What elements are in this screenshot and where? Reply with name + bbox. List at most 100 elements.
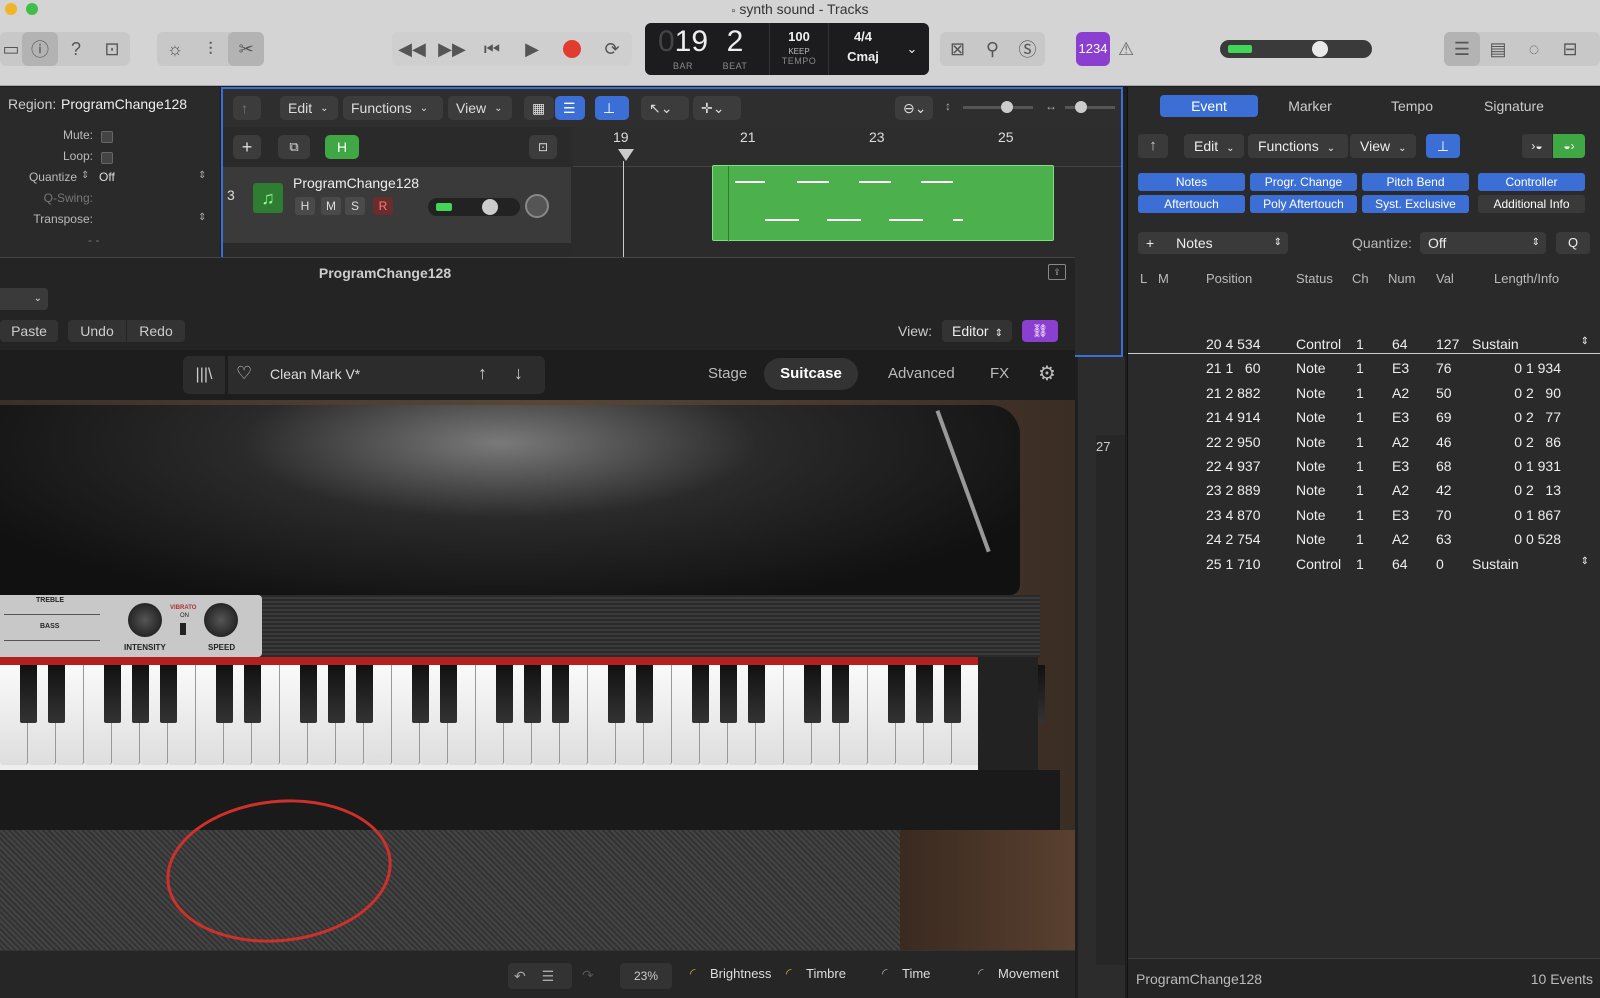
event-row[interactable]: 22 2 950 Note 1 A2 46 0 2 86 [1128, 430, 1600, 454]
black-key[interactable] [496, 665, 513, 723]
event-edit-menu[interactable]: Edit ⌄ [1184, 134, 1244, 158]
time-knob-icon[interactable]: ◜ [882, 965, 887, 982]
horizontal-zoom-knob[interactable] [1075, 101, 1087, 113]
redo-button[interactable]: Redo [127, 320, 185, 342]
brightness-knob-icon[interactable]: ◜ [690, 965, 695, 982]
region-header[interactable]: Region: ProgramChange128 [0, 96, 220, 118]
quantize-row[interactable]: Quantize ⇕ Off ⇕ [0, 170, 220, 190]
tab-marker[interactable]: Marker [1260, 95, 1360, 117]
filter-controller[interactable]: Controller [1478, 173, 1585, 191]
mixer-icon[interactable]: ⫶ [193, 32, 229, 66]
column-position[interactable]: Position [1206, 271, 1252, 286]
black-key[interactable] [216, 665, 233, 723]
black-key[interactable] [104, 665, 121, 723]
go-to-beginning-icon[interactable]: ⏮ [472, 32, 512, 66]
black-key[interactable] [160, 665, 177, 723]
black-key[interactable] [720, 665, 737, 723]
grid-view-icon[interactable]: ▦ [524, 96, 554, 120]
column-channel[interactable]: Ch [1352, 271, 1369, 286]
rewind-icon[interactable]: ◀◀ [392, 32, 432, 66]
global-hide-button[interactable]: H [325, 135, 359, 159]
track-pan-knob[interactable] [525, 194, 549, 218]
event-view-menu[interactable]: View ⌄ [1350, 134, 1416, 158]
event-row[interactable]: 21 1 60 Note 1 E3 76 0 1 934 [1128, 356, 1600, 380]
loop-browser-icon[interactable]: ◌ [1516, 32, 1552, 66]
tab-advanced[interactable]: Advanced [888, 365, 955, 382]
library-icon[interactable]: ▭ [0, 32, 22, 66]
pencil-tool-icon[interactable]: ✛⌄ [693, 96, 741, 120]
treble-slider[interactable] [4, 605, 100, 615]
midi-region[interactable] [712, 165, 1054, 242]
catch-playhead-icon[interactable]: ⊥ [1426, 134, 1460, 158]
event-row[interactable]: 25 1 710 Control 1 64 0 Sustain ⇕ [1128, 552, 1600, 576]
timbre-knob-icon[interactable]: ◜ [786, 965, 791, 982]
vibrato-switch[interactable] [180, 623, 186, 635]
black-key[interactable] [356, 665, 373, 723]
toolbar-icon[interactable]: ⊡ [94, 32, 130, 66]
black-key[interactable] [692, 665, 709, 723]
column-status[interactable]: Status [1296, 271, 1333, 286]
black-key[interactable] [748, 665, 765, 723]
duplicate-track-icon[interactable]: ⧉ [278, 135, 310, 159]
black-key[interactable] [608, 665, 625, 723]
zoom-level[interactable]: 23% [620, 963, 672, 989]
favorite-heart-icon[interactable]: ♡ [236, 363, 252, 384]
preset-dropdown[interactable]: ⌄ [0, 288, 48, 310]
black-key[interactable] [244, 665, 261, 723]
tab-fx[interactable]: FX [990, 365, 1009, 382]
track-volume-slider[interactable] [428, 198, 520, 216]
metronome-icon[interactable]: ⚠ [1118, 32, 1142, 66]
track-volume-knob[interactable] [482, 199, 498, 215]
go-up-icon[interactable]: ↑ [1138, 134, 1168, 158]
view-mode-dropdown[interactable]: Editor ⇕ [942, 320, 1012, 342]
black-key[interactable] [524, 665, 541, 723]
event-row[interactable]: 23 2 889 Note 1 A2 42 0 2 13 [1128, 478, 1600, 502]
solo-icon[interactable]: Ⓢ [1010, 32, 1045, 66]
catch-icon[interactable]: ⊡ [529, 135, 557, 159]
black-key[interactable] [48, 665, 65, 723]
transpose-stepper-icon[interactable]: ⇕ [198, 212, 206, 223]
midi-out-icon[interactable]: ◒› [1553, 134, 1585, 158]
fast-forward-icon[interactable]: ▶▶ [432, 32, 472, 66]
master-volume-knob[interactable] [1312, 41, 1328, 57]
paste-button[interactable]: Paste [0, 320, 58, 342]
black-key[interactable] [328, 665, 345, 723]
black-key[interactable] [636, 665, 653, 723]
loop-checkbox[interactable] [101, 152, 113, 164]
list-view-icon[interactable]: ☰ [555, 96, 585, 120]
black-key[interactable] [552, 665, 569, 723]
tracks-view-menu[interactable]: View ⌄ [448, 96, 512, 120]
black-key[interactable] [888, 665, 905, 723]
event-row[interactable]: 21 4 914 Note 1 E3 69 0 2 77 [1128, 405, 1600, 429]
filter-additional-info[interactable]: Additional Info [1478, 195, 1585, 213]
add-track-icon[interactable]: + [233, 135, 261, 159]
lcd-tempo[interactable]: 100 KEEP TEMPO [769, 23, 829, 75]
plugin-detach-icon[interactable]: ⇪ [1048, 264, 1066, 280]
event-functions-menu[interactable]: Functions ⌄ [1248, 134, 1348, 158]
quantize-dropdown-icon[interactable]: ⇕ [198, 170, 206, 181]
tab-event[interactable]: Event [1160, 95, 1258, 117]
column-val[interactable]: Val [1436, 271, 1454, 286]
midi-in-icon[interactable]: ›◒ [1522, 134, 1552, 158]
quantize-apply-button[interactable]: Q [1556, 232, 1590, 254]
track-hide-button[interactable]: H [295, 197, 315, 215]
horizontal-zoom-slider[interactable] [1065, 101, 1115, 113]
intensity-knob[interactable] [128, 603, 162, 637]
quantize-stepper-icon[interactable]: ⇕ [81, 170, 89, 181]
filter-aftertouch[interactable]: Aftertouch [1138, 195, 1245, 213]
pointer-tool-icon[interactable]: ↖⌄ [641, 96, 689, 120]
black-key[interactable] [804, 665, 821, 723]
tab-signature[interactable]: Signature [1464, 95, 1564, 117]
catch-playhead-icon[interactable]: ⊥ [595, 96, 629, 120]
notepad-icon[interactable]: ▤ [1480, 32, 1516, 66]
lcd-display[interactable]: 019 BAR 2 BEAT 100 KEEP TEMPO 4/4 Cmaj ⌄ [645, 23, 929, 75]
replace-icon[interactable]: ⊠ [940, 32, 975, 66]
event-row[interactable]: 20 4 534 Control 1 64 127 Sustain ⇕ [1128, 332, 1600, 356]
black-key[interactable] [300, 665, 317, 723]
mute-checkbox[interactable] [101, 131, 113, 143]
bass-slider[interactable] [4, 631, 100, 641]
playhead-handle[interactable] [618, 149, 634, 161]
black-key[interactable] [440, 665, 457, 723]
menu-icon[interactable]: ☰ [542, 968, 555, 984]
tab-suitcase[interactable]: Suitcase [764, 358, 858, 390]
